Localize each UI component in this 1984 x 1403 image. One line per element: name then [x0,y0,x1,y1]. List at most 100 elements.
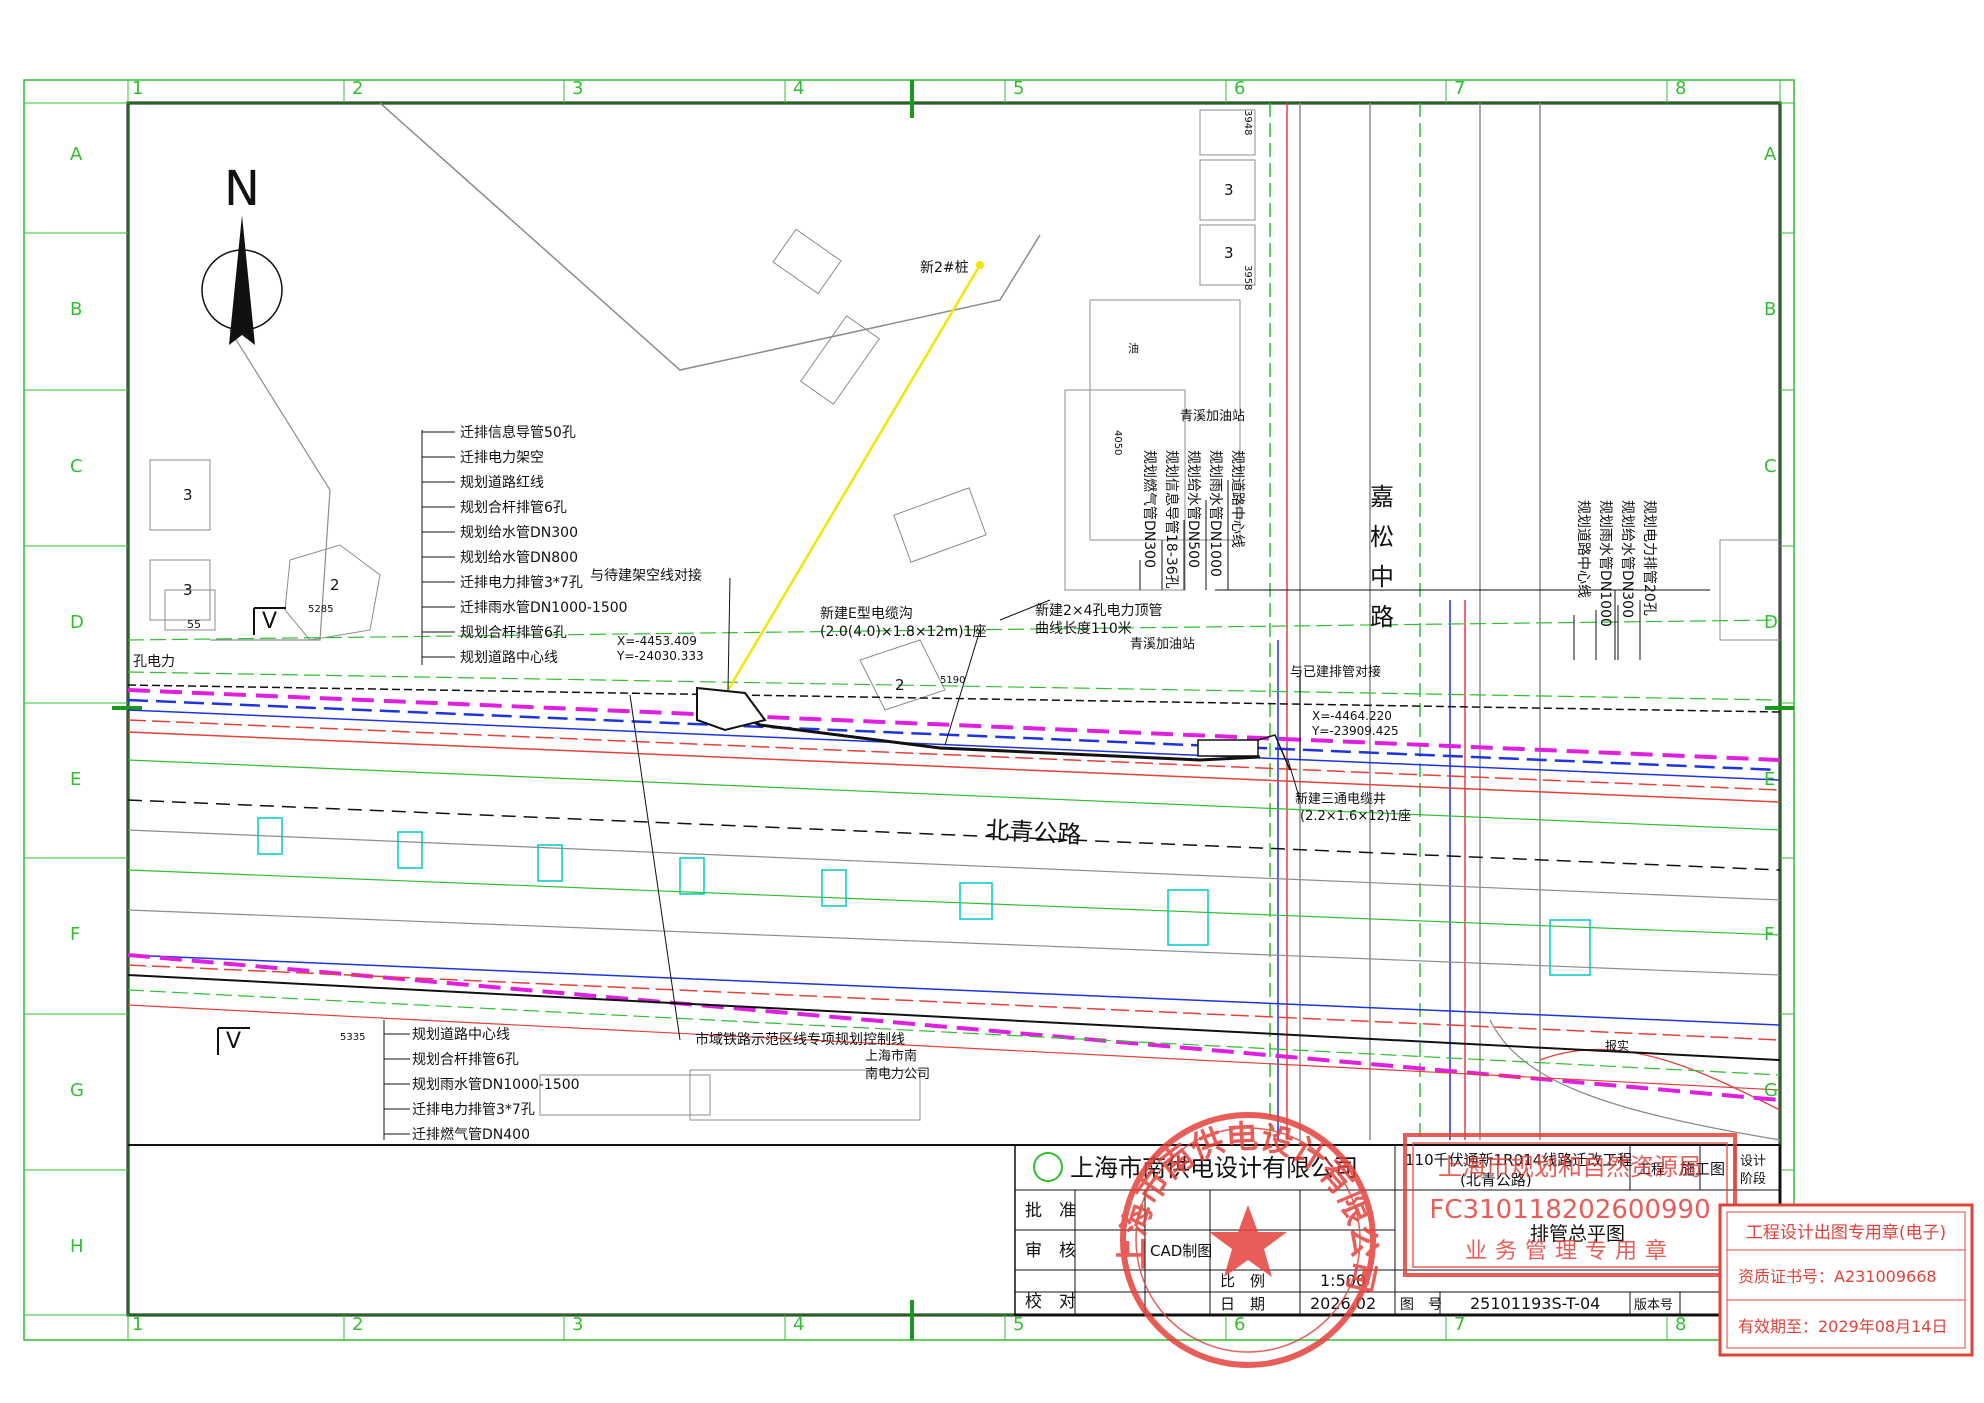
legend-top-item: 迁排雨水管DN1000-1500 [460,600,628,616]
grid-row-label: D [70,612,84,633]
vertical-mid-item: 规划雨水管DN1000 [1207,450,1223,577]
title-design-label-2: 阶段 [1740,1172,1766,1187]
section-mark-bottom: V [226,1029,241,1054]
road-green-mid-2 [127,869,1781,936]
grid-row-label: F [70,924,80,945]
grid-col-label: 1 [132,1314,143,1335]
grid-row-label: A [70,144,83,165]
title-date-label: 日 期 [1220,1295,1265,1313]
label-pile: 新2#桩 [920,259,969,276]
seal-design-cert: 资质证书号：A231009668 [1738,1267,1937,1286]
coord-p2-y: Y=-23909.425 [1311,724,1399,738]
cable-well [1197,739,1259,757]
grid-row-label: B [1764,299,1776,320]
grid-col-label: 3 [572,78,583,99]
north-arrow: N [201,161,283,345]
label-bldg-3958: 3958 [1242,265,1253,290]
road-black-mid [127,799,1781,871]
label-bldg-55: 55 [187,618,201,631]
label-road-cross-1: 嘉 [1370,483,1394,511]
label-road-cross-3: 中 [1370,563,1394,591]
grid-row-label: G [70,1080,84,1101]
stamp-rect-code: FC310118202600990 [1429,1195,1710,1225]
grid-col-label: 8 [1675,1314,1686,1335]
callout-new-pipe: 新建2×4孔电力顶管 [1035,603,1163,619]
label-road-main: 北青公路 [985,816,1082,849]
label-bldg-5335: 5335 [340,1032,365,1043]
legend-top: 迁排信息导管50孔迁排电力架空规划道路红线规划合杆排管6孔规划给水管DN300 规… [422,424,628,666]
label-road-cross-4: 路 [1370,603,1394,631]
title-approve: 批 准 [1025,1201,1076,1221]
coord-p2-x: X=-4464.220 [1312,709,1392,723]
title-date-value: 2026.02 [1310,1294,1376,1313]
legend-top-item: 规划给水管DN300 [460,525,578,541]
vertical-right-item: 规划雨水管DN1000 [1597,500,1613,627]
seal-design-valid: 有效期至：2029年08月14日 [1738,1317,1947,1336]
legend-top-item: 规划道路中心线 [460,650,558,666]
grid-row-label: B [70,299,82,320]
vertical-mid-item: 规划给水管DN500 [1185,450,1201,568]
bldg-block-mid [893,487,987,563]
vertical-mid-item: 规划道路中心线 [1229,450,1245,548]
grid-row-label: D [1764,612,1778,633]
legend-bottom-item: 规划道路中心线 [412,1027,510,1043]
grid-row-label: A [1764,144,1777,165]
title-drawing-no-label: 图 号 [1400,1297,1442,1313]
legend-top-item: 规划给水管DN800 [460,550,578,566]
label-bldg-3948: 3948 [1242,110,1253,135]
grid-row-label: E [1764,769,1775,790]
north-arrow-icon [229,215,255,345]
manholes [257,817,1591,976]
road-black-top [127,684,1781,713]
grid-col-label: 7 [1454,1314,1465,1335]
callout-rail-line: 市域铁路示范区线专项规划控制线 [695,1031,905,1048]
label-power-left: 孔电力 [133,654,175,670]
label-bldg-5285: 5285 [308,604,333,615]
planning-stamp: 上海市规划和自然资源局 FC310118202600990 业务管理专用章 [1403,1133,1737,1277]
label-bldg-3b: 3 [183,581,193,599]
legend-bottom: 规划道路中心线规划合杆排管6孔规划雨水管DN1000-1500 迁排电力排管3*7… [384,1027,580,1143]
legend-top-item: 迁排电力排管3*7孔 [460,575,583,591]
legend-top-item: 规划合杆排管6孔 [460,625,567,641]
bldg-slanted-a [772,228,842,295]
callout-new-well-size: (2.2×1.6×12)1座 [1300,809,1411,824]
title-drawing-no: 25101193S-T-04 [1470,1294,1600,1313]
site-outline-left [210,329,331,641]
label-bldg-5190: 5190 [940,675,965,686]
callout-connect-existing: 与已建排管对接 [1290,664,1381,680]
title-review: 审 核 [1025,1241,1076,1261]
callout-new-pipe-len: 曲线长度110米 [1035,621,1132,637]
bldg-3a [149,459,211,531]
legend-top-item: 规划合杆排管6孔 [460,500,567,516]
grid-col-label: 4 [793,1314,804,1335]
callout-new-trench-size: (2.0(4.0)×1.8×12m)1座 [820,624,986,640]
legend-bottom-item: 迁排电力排管3*7孔 [412,1102,535,1118]
company-seal: 上海市南供电设计有限公司 [1113,1112,1384,1368]
drawing-canvas: 1122334455667788AABBCCDDEEFFGGHH N V V 新… [23,78,1974,1368]
grid-row-label: F [1764,924,1774,945]
map-content [127,102,1781,1141]
company-logo-icon [1033,1152,1063,1182]
seal-design-title: 工程设计出图专用章(电子) [1746,1223,1946,1243]
road-red-top-2 [127,731,1781,803]
grid-col-label: 5 [1013,1314,1024,1335]
label-bottom: 报实 [1605,1038,1629,1053]
north-label: N [224,161,260,217]
label-bldg-4050: 4050 [1112,430,1123,455]
grid-row-label: C [1764,456,1777,477]
vertical-right-item: 规划给水管DN300 [1619,500,1635,618]
legend-bottom-item: 规划雨水管DN1000-1500 [412,1077,580,1093]
grid-row-label: G [1764,1080,1778,1101]
label-power-bottom-b: 南电力公司 [865,1066,930,1082]
grid-col-label: 2 [352,78,363,99]
vertical-mid-item: 规划燃气管DN300 [1141,450,1158,568]
callout-connect-overhead: 与待建架空线对接 [590,567,702,584]
grid-col-label: 2 [352,1314,363,1335]
road-gray-mid [127,829,1781,901]
label-bldg-2b: 2 [895,676,905,694]
label-gas-station-b: 青溪加油站 [1130,637,1195,652]
label-bldg-2a: 2 [330,576,340,594]
grid-row-label: H [70,1236,84,1257]
grid-col-label: 6 [1234,1314,1245,1335]
grid-row-label: C [70,456,83,477]
